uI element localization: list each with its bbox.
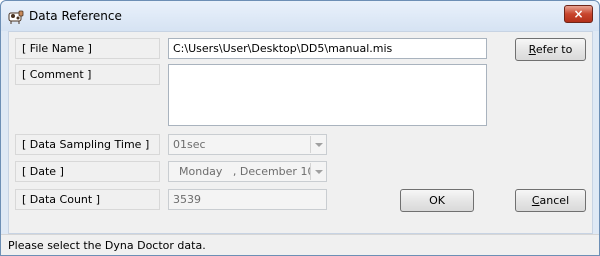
data-sampling-time-combo: 01sec	[168, 134, 327, 155]
refer-to-mnemonic: R	[528, 43, 536, 56]
data-sampling-time-label: [ Data Sampling Time ]	[15, 134, 160, 155]
close-icon: ×	[573, 7, 584, 21]
data-count-label: [ Data Count ]	[15, 189, 160, 210]
data-sampling-time-value: 01sec	[173, 138, 206, 151]
date-value: Monday , December 10,	[179, 165, 318, 178]
comment-field[interactable]	[168, 64, 487, 126]
date-label: [ Date ]	[15, 161, 160, 182]
close-button[interactable]: ×	[564, 5, 593, 23]
cancel-label: ancel	[539, 194, 570, 207]
cancel-mnemonic: C	[531, 194, 540, 207]
file-name-label: [ File Name ]	[15, 38, 160, 59]
data-count-field: 3539	[168, 189, 327, 210]
refer-to-label: efer to	[535, 43, 573, 56]
window-title: Data Reference	[29, 9, 122, 23]
comment-label: [ Comment ]	[15, 64, 160, 85]
cancel-button[interactable]: Cancel	[515, 189, 586, 212]
status-message: Please select the Dyna Doctor data.	[8, 239, 206, 252]
ok-button[interactable]: OK	[400, 189, 474, 212]
refer-to-button[interactable]: Refer to	[515, 38, 586, 61]
file-name-field[interactable]: C:\Users\User\Desktop\DD5\manual.mis	[168, 38, 487, 59]
dialog-body: [ File Name ] C:\Users\User\Desktop\DD5\…	[8, 31, 593, 234]
chevron-down-icon	[310, 136, 325, 153]
data-reference-window: Data Reference × [ File Name ] C:\Users\…	[0, 0, 600, 256]
chevron-down-icon	[310, 163, 325, 180]
date-picker: Monday , December 10,	[168, 161, 327, 182]
title-bar: Data Reference ×	[1, 1, 599, 31]
status-bar: Please select the Dyna Doctor data.	[1, 234, 599, 255]
cow-icon	[8, 10, 24, 24]
